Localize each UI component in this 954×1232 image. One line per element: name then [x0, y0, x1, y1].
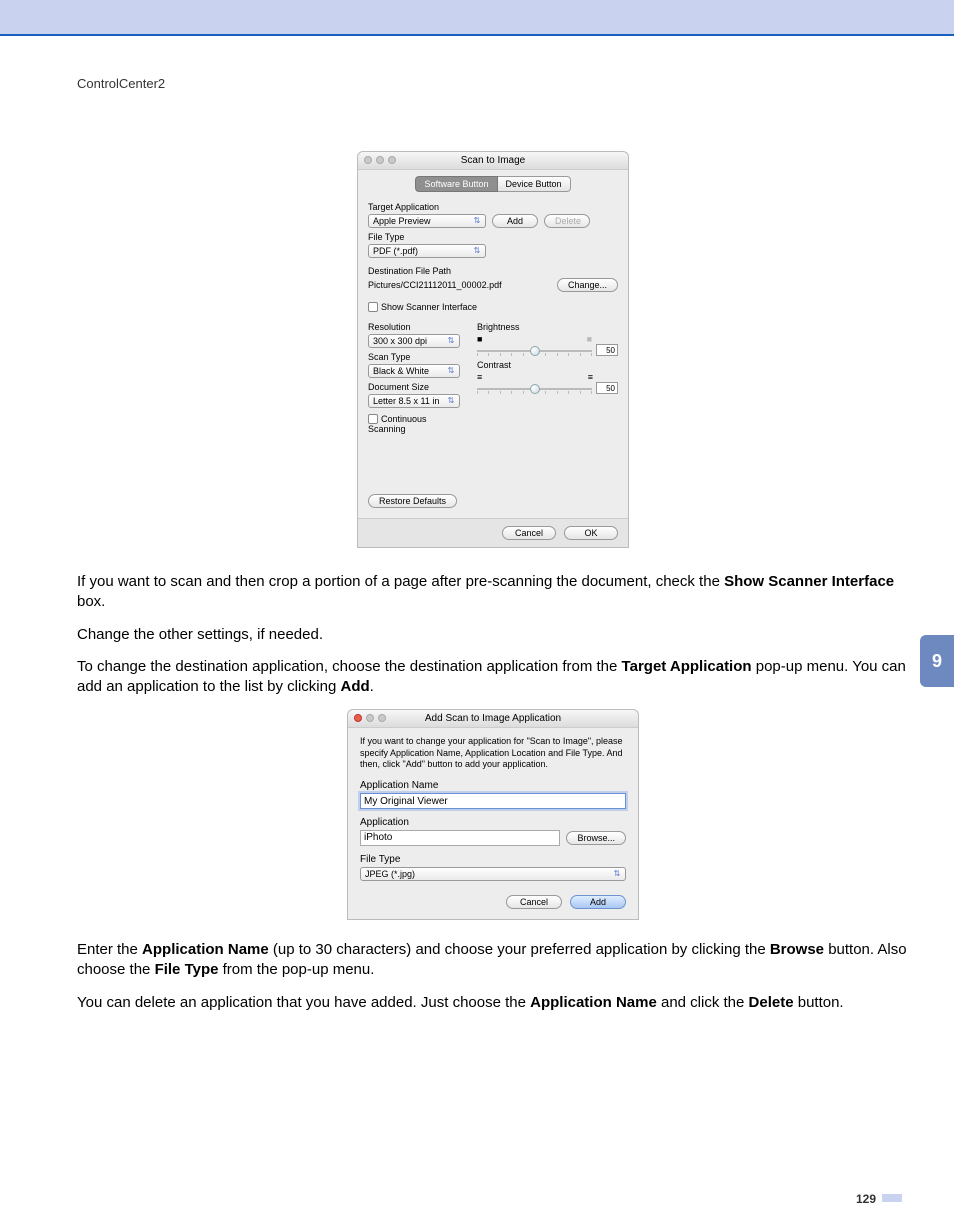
light-icon: ■	[587, 334, 592, 344]
close-icon[interactable]	[364, 156, 372, 164]
chevron-updown-icon: ⇅	[446, 338, 456, 344]
tab-device-button[interactable]: Device Button	[498, 176, 571, 192]
browse-button[interactable]: Browse...	[566, 831, 626, 845]
continuous-scanning-checkbox[interactable]	[368, 414, 378, 424]
add-button[interactable]: Add	[570, 895, 626, 909]
body-text: Enter the Application Name (up to 30 cha…	[77, 940, 909, 981]
chevron-updown-icon: ⇅	[612, 871, 622, 877]
ok-button[interactable]: OK	[564, 526, 618, 540]
chevron-updown-icon: ⇅	[446, 368, 456, 374]
show-scanner-label: Show Scanner Interface	[381, 302, 477, 312]
minimize-icon[interactable]	[376, 156, 384, 164]
chevron-updown-icon: ⇅	[446, 398, 456, 404]
page-number: 129	[856, 1192, 902, 1206]
intro-text: If you want to change your application f…	[360, 736, 626, 770]
chevron-updown-icon: ⇅	[472, 248, 482, 254]
target-application-label: Target Application	[368, 202, 618, 212]
contrast-slider[interactable]: 50	[477, 384, 618, 394]
contrast-value: 50	[596, 382, 618, 394]
chevron-updown-icon: ⇅	[472, 218, 482, 224]
application-name-input[interactable]	[360, 793, 626, 809]
body-text: If you want to scan and then crop a port…	[77, 572, 909, 613]
body-text: You can delete an application that you h…	[77, 993, 909, 1013]
change-button[interactable]: Change...	[557, 278, 618, 292]
minimize-icon[interactable]	[366, 714, 374, 722]
scan-type-label: Scan Type	[368, 352, 463, 362]
application-label: Application	[360, 817, 626, 828]
page-top-bar	[0, 0, 954, 36]
brightness-label: Brightness	[477, 322, 618, 332]
tab-software-button[interactable]: Software Button	[415, 176, 497, 192]
dark-icon: ■	[477, 334, 482, 344]
body-text: To change the destination application, c…	[77, 657, 909, 698]
delete-button: Delete	[544, 214, 590, 228]
restore-defaults-button[interactable]: Restore Defaults	[368, 494, 457, 508]
close-icon[interactable]	[354, 714, 362, 722]
destination-path-label: Destination File Path	[368, 266, 618, 276]
file-type-popup[interactable]: JPEG (*.jpg)⇅	[360, 867, 626, 881]
target-application-popup[interactable]: Apple Preview⇅	[368, 214, 486, 228]
cancel-button[interactable]: Cancel	[502, 526, 556, 540]
high-contrast-icon: ≡	[588, 372, 592, 382]
cancel-button[interactable]: Cancel	[506, 895, 562, 909]
scan-to-image-window: Scan to Image Software Button Device But…	[357, 151, 629, 548]
contrast-label: Contrast	[477, 360, 618, 370]
file-type-label: File Type	[368, 232, 618, 242]
brightness-slider[interactable]: 50	[477, 346, 618, 356]
window-titlebar: Scan to Image	[358, 152, 628, 170]
window-title: Add Scan to Image Application	[425, 713, 561, 724]
zoom-icon[interactable]	[388, 156, 396, 164]
document-size-popup[interactable]: Letter 8.5 x 11 in⇅	[368, 394, 460, 408]
add-application-window: Add Scan to Image Application If you wan…	[347, 709, 639, 920]
window-title: Scan to Image	[461, 155, 525, 166]
low-contrast-icon: ≡	[477, 372, 481, 382]
scan-type-popup[interactable]: Black & White⇅	[368, 364, 460, 378]
body-text: Change the other settings, if needed.	[77, 625, 909, 645]
application-field[interactable]: iPhoto	[360, 830, 560, 846]
destination-path-value: Pictures/CCI21112011_00002.pdf	[368, 280, 502, 290]
chapter-tab: 9	[920, 635, 954, 687]
resolution-label: Resolution	[368, 322, 463, 332]
zoom-icon[interactable]	[378, 714, 386, 722]
file-type-label: File Type	[360, 854, 626, 865]
document-size-label: Document Size	[368, 382, 463, 392]
show-scanner-checkbox[interactable]	[368, 302, 378, 312]
page-header: ControlCenter2	[77, 76, 909, 91]
application-name-label: Application Name	[360, 780, 626, 791]
file-type-popup[interactable]: PDF (*.pdf)⇅	[368, 244, 486, 258]
window-titlebar: Add Scan to Image Application	[348, 710, 638, 728]
resolution-popup[interactable]: 300 x 300 dpi⇅	[368, 334, 460, 348]
add-button[interactable]: Add	[492, 214, 538, 228]
brightness-value: 50	[596, 344, 618, 356]
